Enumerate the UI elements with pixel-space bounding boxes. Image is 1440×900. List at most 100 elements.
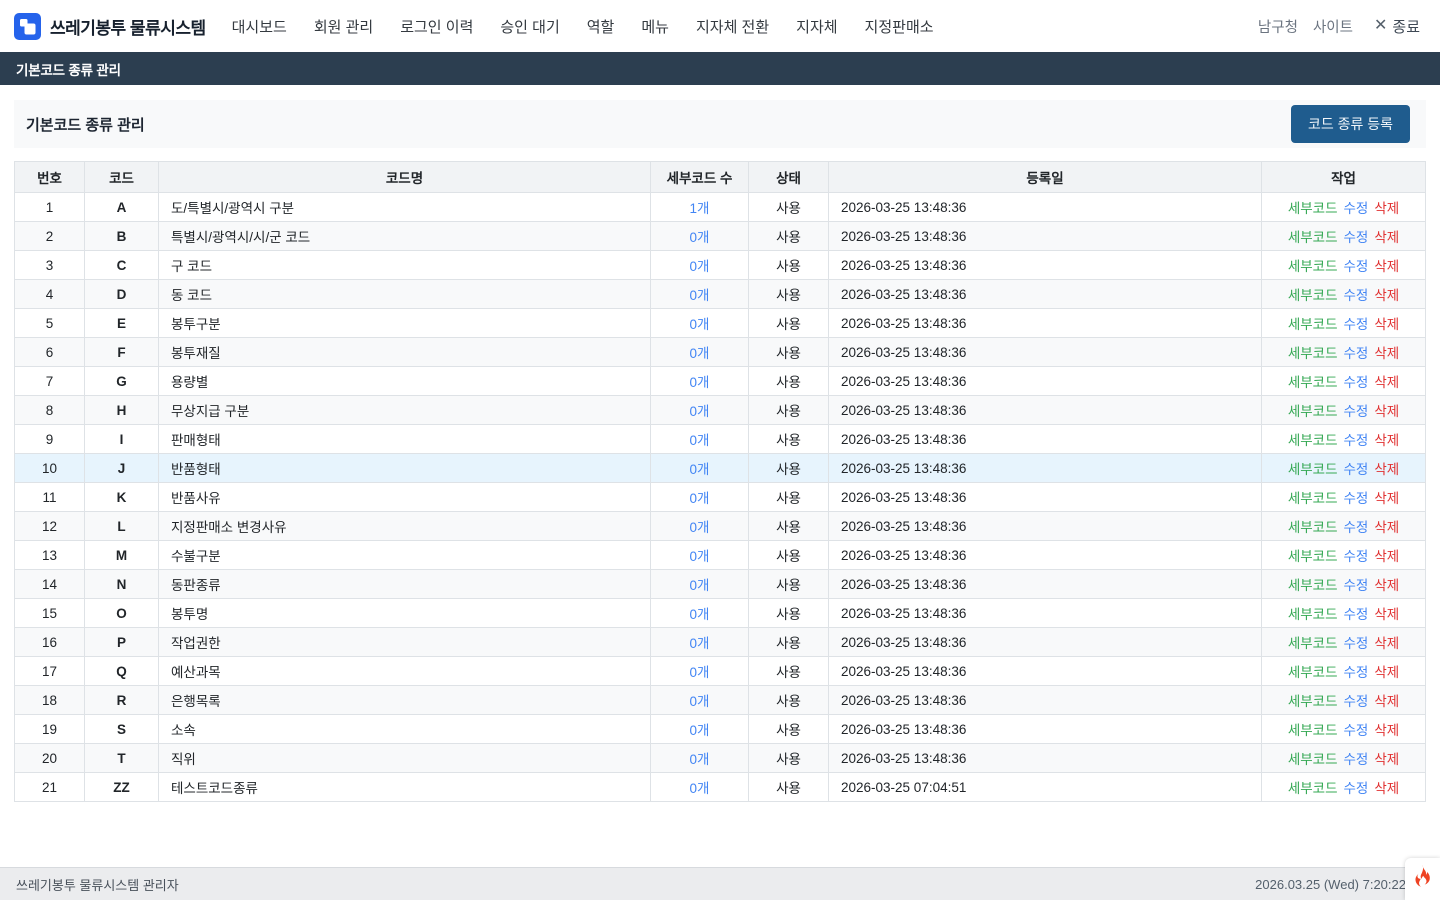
detail-code-link[interactable]: 세부코드	[1288, 201, 1338, 216]
detail-count-link[interactable]: 0개	[690, 636, 710, 651]
delete-link[interactable]: 삭제	[1374, 230, 1399, 245]
detail-code-link[interactable]: 세부코드	[1288, 462, 1338, 477]
detail-code-link[interactable]: 세부코드	[1288, 230, 1338, 245]
detail-count-link[interactable]: 0개	[690, 491, 710, 506]
delete-link[interactable]: 삭제	[1374, 752, 1399, 767]
edit-link[interactable]: 수정	[1344, 259, 1369, 274]
detail-code-link[interactable]: 세부코드	[1288, 578, 1338, 593]
detail-code-link[interactable]: 세부코드	[1288, 549, 1338, 564]
register-code-type-button[interactable]: 코드 종류 등록	[1291, 105, 1410, 143]
nav-item-0[interactable]: 대시보드	[232, 16, 287, 37]
edit-link[interactable]: 수정	[1344, 404, 1369, 419]
delete-link[interactable]: 삭제	[1374, 665, 1399, 680]
detail-count-link[interactable]: 0개	[690, 462, 710, 477]
detail-count-link[interactable]: 0개	[690, 520, 710, 535]
detail-count-link[interactable]: 0개	[690, 375, 710, 390]
detail-count-link[interactable]: 0개	[690, 259, 710, 274]
detail-count-link[interactable]: 1개	[690, 201, 710, 216]
delete-link[interactable]: 삭제	[1374, 491, 1399, 506]
edit-link[interactable]: 수정	[1344, 201, 1369, 216]
detail-code-link[interactable]: 세부코드	[1288, 520, 1338, 535]
delete-link[interactable]: 삭제	[1374, 433, 1399, 448]
detail-code-link[interactable]: 세부코드	[1288, 491, 1338, 506]
detail-count-link[interactable]: 0개	[690, 607, 710, 622]
delete-link[interactable]: 삭제	[1374, 607, 1399, 622]
detail-count-link[interactable]: 0개	[690, 288, 710, 303]
delete-link[interactable]: 삭제	[1374, 694, 1399, 709]
detail-code-link[interactable]: 세부코드	[1288, 288, 1338, 303]
edit-link[interactable]: 수정	[1344, 752, 1369, 767]
detail-code-link[interactable]: 세부코드	[1288, 433, 1338, 448]
edit-link[interactable]: 수정	[1344, 549, 1369, 564]
site-link[interactable]: 사이트	[1313, 16, 1353, 37]
table-row: 4D동 코드0개사용2026-03-25 13:48:36세부코드수정삭제	[15, 280, 1426, 309]
detail-code-link[interactable]: 세부코드	[1288, 694, 1338, 709]
delete-link[interactable]: 삭제	[1374, 636, 1399, 651]
detail-count-link[interactable]: 0개	[690, 433, 710, 448]
detail-code-link[interactable]: 세부코드	[1288, 404, 1338, 419]
detail-count-link[interactable]: 0개	[690, 665, 710, 680]
detail-count-link[interactable]: 0개	[690, 694, 710, 709]
nav-item-1[interactable]: 회원 관리	[314, 16, 373, 37]
detail-code-link[interactable]: 세부코드	[1288, 723, 1338, 738]
detail-count-link[interactable]: 0개	[690, 346, 710, 361]
detail-code-link[interactable]: 세부코드	[1288, 317, 1338, 332]
delete-link[interactable]: 삭제	[1374, 404, 1399, 419]
edit-link[interactable]: 수정	[1344, 346, 1369, 361]
edit-link[interactable]: 수정	[1344, 665, 1369, 680]
edit-link[interactable]: 수정	[1344, 288, 1369, 303]
edit-link[interactable]: 수정	[1344, 433, 1369, 448]
delete-link[interactable]: 삭제	[1374, 317, 1399, 332]
detail-code-link[interactable]: 세부코드	[1288, 607, 1338, 622]
edit-link[interactable]: 수정	[1344, 694, 1369, 709]
edit-link[interactable]: 수정	[1344, 491, 1369, 506]
detail-code-link[interactable]: 세부코드	[1288, 752, 1338, 767]
detail-code-link[interactable]: 세부코드	[1288, 375, 1338, 390]
nav-item-3[interactable]: 승인 대기	[500, 16, 559, 37]
edit-link[interactable]: 수정	[1344, 607, 1369, 622]
delete-link[interactable]: 삭제	[1374, 346, 1399, 361]
edit-link[interactable]: 수정	[1344, 578, 1369, 593]
detail-code-link[interactable]: 세부코드	[1288, 636, 1338, 651]
delete-link[interactable]: 삭제	[1374, 462, 1399, 477]
detail-code-link[interactable]: 세부코드	[1288, 346, 1338, 361]
nav-item-8[interactable]: 지정판매소	[865, 16, 934, 37]
detail-code-link[interactable]: 세부코드	[1288, 781, 1338, 796]
delete-link[interactable]: 삭제	[1374, 520, 1399, 535]
detail-count-link[interactable]: 0개	[690, 752, 710, 767]
detail-count-link[interactable]: 0개	[690, 781, 710, 796]
delete-link[interactable]: 삭제	[1374, 201, 1399, 216]
detail-count-link[interactable]: 0개	[690, 317, 710, 332]
delete-link[interactable]: 삭제	[1374, 375, 1399, 390]
edit-link[interactable]: 수정	[1344, 317, 1369, 332]
detail-count-link[interactable]: 0개	[690, 549, 710, 564]
edit-link[interactable]: 수정	[1344, 781, 1369, 796]
edit-link[interactable]: 수정	[1344, 723, 1369, 738]
edit-link[interactable]: 수정	[1344, 520, 1369, 535]
detail-count-link[interactable]: 0개	[690, 578, 710, 593]
detail-count-link[interactable]: 0개	[690, 723, 710, 738]
edit-link[interactable]: 수정	[1344, 230, 1369, 245]
detail-count-link[interactable]: 0개	[690, 230, 710, 245]
edit-link[interactable]: 수정	[1344, 636, 1369, 651]
detail-count-link[interactable]: 0개	[690, 404, 710, 419]
nav-item-6[interactable]: 지자체 전환	[696, 16, 769, 37]
delete-link[interactable]: 삭제	[1374, 723, 1399, 738]
detail-code-link[interactable]: 세부코드	[1288, 259, 1338, 274]
debug-toolbar-toggle[interactable]	[1405, 858, 1440, 900]
edit-link[interactable]: 수정	[1344, 462, 1369, 477]
edit-link[interactable]: 수정	[1344, 375, 1369, 390]
nav-item-7[interactable]: 지자체	[796, 16, 837, 37]
logout-button[interactable]: ✕ 종료	[1374, 16, 1420, 37]
nav-item-2[interactable]: 로그인 이력	[400, 16, 473, 37]
delete-link[interactable]: 삭제	[1374, 549, 1399, 564]
detail-code-link[interactable]: 세부코드	[1288, 665, 1338, 680]
delete-link[interactable]: 삭제	[1374, 781, 1399, 796]
delete-link[interactable]: 삭제	[1374, 578, 1399, 593]
delete-link[interactable]: 삭제	[1374, 288, 1399, 303]
brand[interactable]: 쓰레기봉투 물류시스템	[14, 13, 206, 40]
nav-item-4[interactable]: 역할	[587, 16, 615, 37]
delete-link[interactable]: 삭제	[1374, 259, 1399, 274]
code-type-table-wrap: 번호코드코드명세부코드 수상태등록일작업 1A도/특별시/광역시 구분1개사용2…	[14, 161, 1426, 802]
nav-item-5[interactable]: 메뉴	[641, 16, 669, 37]
